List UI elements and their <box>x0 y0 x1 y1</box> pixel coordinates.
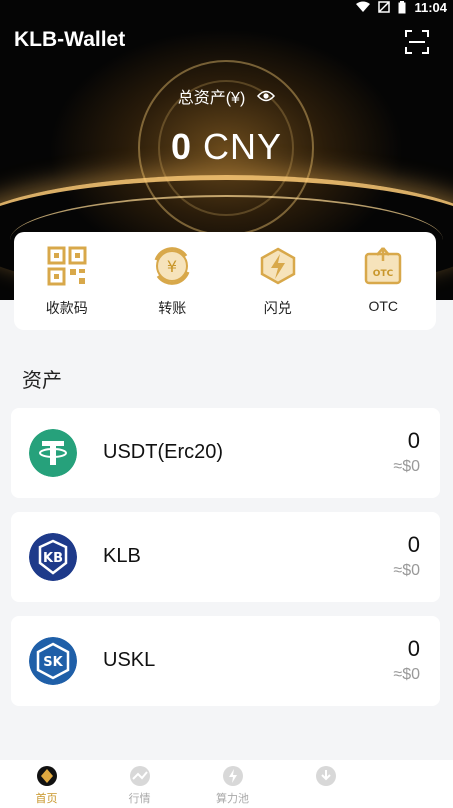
total-amount: 0 <box>170 126 192 167</box>
total-assets-value: 0 CNY <box>0 126 453 168</box>
quick-action-label: 收款码 <box>45 300 88 316</box>
asset-fiat-value: ≈$0 <box>393 458 420 475</box>
quick-action-transfer[interactable]: ¥ 转账 <box>120 232 226 330</box>
asset-amount: 0 <box>407 532 420 557</box>
tab-hashrate-pool[interactable]: 算力池 <box>186 760 279 808</box>
qr-code-icon <box>47 246 87 286</box>
battery-icon <box>398 0 406 13</box>
no-sim-icon <box>378 1 391 13</box>
klb-logo-icon: KB <box>29 533 77 581</box>
tab-fourth[interactable] <box>279 760 372 808</box>
eye-icon[interactable] <box>257 90 276 102</box>
clock: 11:04 <box>414 0 447 15</box>
asset-row-usdt[interactable]: USDT(Erc20) 0 ≈$0 <box>11 408 440 498</box>
tab-label: 行情 <box>128 793 151 805</box>
lightning-icon <box>222 766 243 786</box>
total-currency: CNY <box>203 126 283 167</box>
svg-text:¥: ¥ <box>167 257 177 276</box>
tether-logo-icon <box>29 429 77 477</box>
asset-fiat-value: ≈$0 <box>393 666 420 683</box>
asset-amount: 0 <box>407 428 420 453</box>
quick-action-label: 转账 <box>158 300 187 316</box>
asset-row-uskl[interactable]: SK USKL 0 ≈$0 <box>11 616 440 706</box>
asset-row-klb[interactable]: KB KLB 0 ≈$0 <box>11 512 440 602</box>
tab-label: 算力池 <box>216 793 249 805</box>
flash-exchange-icon <box>260 247 295 285</box>
asset-name: KLB <box>103 545 141 567</box>
asset-name: USDT(Erc20) <box>103 441 224 463</box>
otc-icon: OTC <box>365 247 402 285</box>
total-assets-label: 总资产(¥) <box>0 84 453 108</box>
quick-action-label: OTC <box>368 298 399 314</box>
tab-home[interactable]: 首页 <box>0 760 93 808</box>
home-icon <box>36 766 57 786</box>
transfer-icon: ¥ <box>154 247 190 285</box>
app-title: KLB-Wallet <box>14 28 126 51</box>
quick-action-otc[interactable]: OTC OTC <box>331 232 437 330</box>
quick-action-receive[interactable]: 收款码 <box>14 232 120 330</box>
market-icon <box>129 766 150 786</box>
asset-name: USKL <box>103 649 156 671</box>
uskl-logo-icon: SK <box>29 637 77 685</box>
asset-list: USDT(Erc20) 0 ≈$0 KB KLB 0 ≈$0 SK USKL 0… <box>11 408 440 720</box>
uskl-logo-mark: SK <box>43 655 63 670</box>
assets-section-title: 资产 <box>22 370 62 392</box>
tab-label: 首页 <box>35 793 58 805</box>
wifi-icon <box>356 1 371 12</box>
scan-icon[interactable] <box>405 30 429 54</box>
total-assets-label-text: 总资产(¥) <box>177 90 246 107</box>
status-bar: 11:04 <box>356 0 447 15</box>
asset-fiat-value: ≈$0 <box>393 562 420 579</box>
bottom-tab-bar: 首页 行情 算力池 <box>0 760 453 808</box>
klb-logo-mark: KB <box>43 551 63 566</box>
tab-market[interactable]: 行情 <box>93 760 186 808</box>
quick-actions: 收款码 ¥ 转账 闪兑 OTC OTC <box>14 232 436 330</box>
download-icon <box>315 766 336 786</box>
otc-badge-text: OTC <box>373 269 394 279</box>
asset-amount: 0 <box>407 636 420 661</box>
quick-action-label: 闪兑 <box>263 300 292 316</box>
quick-action-flash-exchange[interactable]: 闪兑 <box>225 232 331 330</box>
